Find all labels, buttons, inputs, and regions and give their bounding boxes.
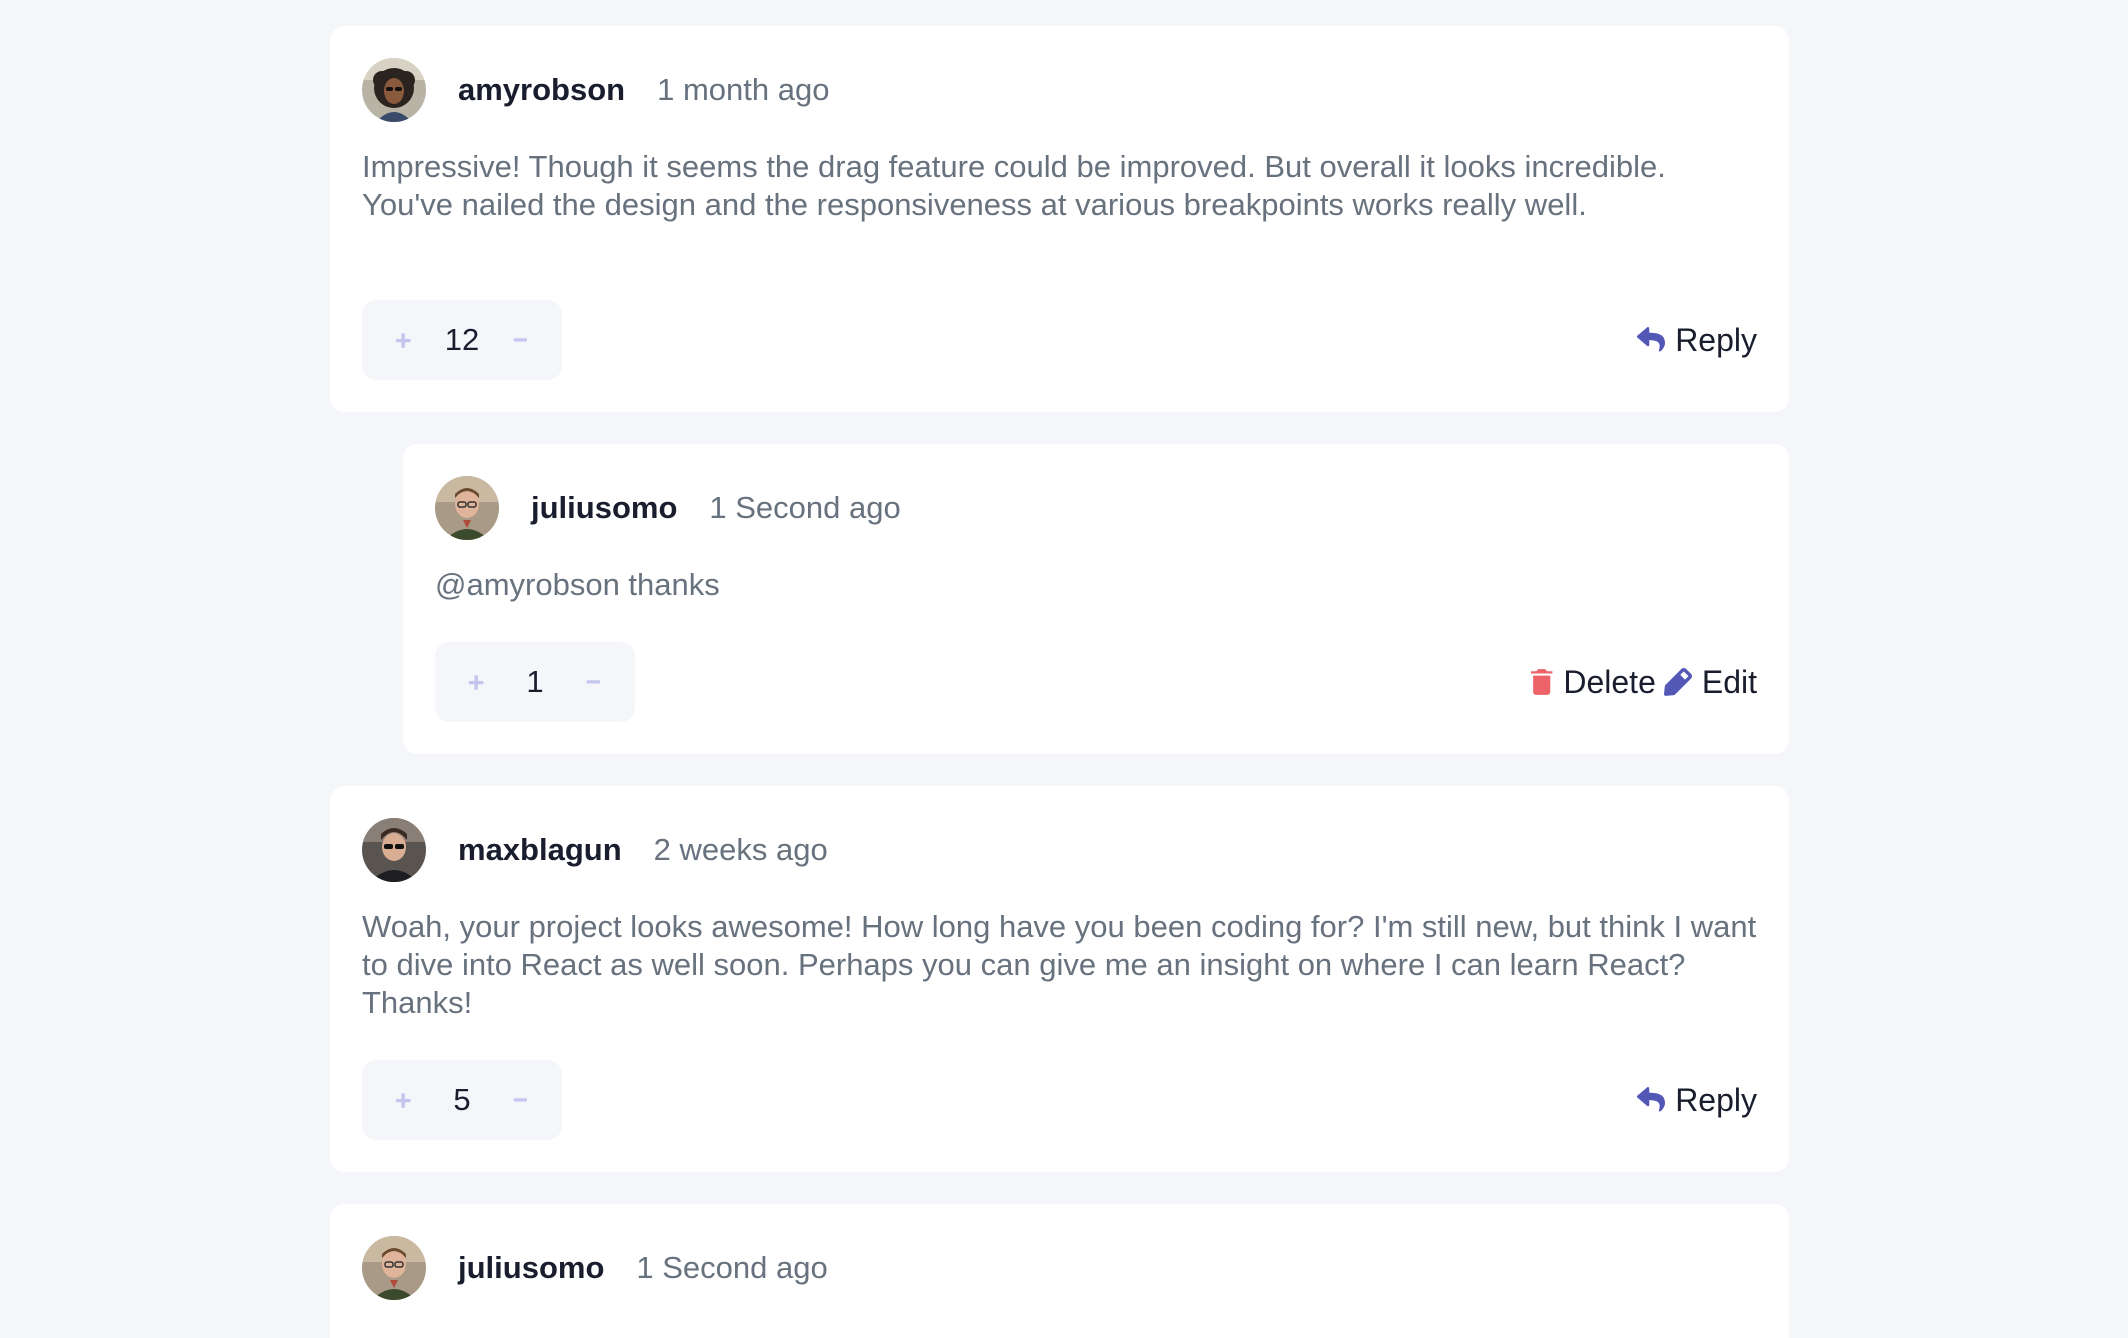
username: amyrobson [458, 72, 626, 107]
avatar[interactable] [362, 818, 426, 882]
reply-label: Reply [1675, 321, 1757, 358]
edit-label: Edit [1701, 663, 1757, 700]
reply-button[interactable]: Reply [1637, 1082, 1757, 1119]
username: maxblagun [458, 832, 622, 867]
delete-button[interactable]: Delete [1531, 664, 1656, 701]
comment-header: amyrobson 1 month ago [362, 58, 829, 122]
comment-time: 1 month ago [657, 72, 830, 107]
vote-count: 12 [444, 322, 480, 357]
edit-button[interactable]: Edit [1663, 663, 1757, 701]
upvote-plus-icon[interactable] [388, 325, 418, 355]
comment-time: 1 Second ago [709, 490, 901, 525]
comment-time: 2 weeks ago [653, 832, 828, 867]
comment-text: @amyrobson thanks [435, 567, 720, 602]
reply-icon [1637, 1087, 1666, 1113]
vote-count: 1 [526, 664, 544, 699]
comments-page: amyrobson 1 month ago Impressive! Though… [0, 0, 2128, 1338]
vote-counter: 1 [435, 642, 635, 722]
downvote-minus-icon[interactable] [579, 667, 609, 697]
upvote-plus-icon[interactable] [461, 667, 491, 697]
comment-header: juliusomo 1 Second ago [362, 1236, 828, 1300]
comment-actions: Delete Edit [1531, 642, 1757, 722]
comment-card: juliusomo 1 Second ago [330, 1204, 1789, 1338]
pencil-icon [1663, 668, 1692, 696]
downvote-minus-icon[interactable] [506, 325, 536, 355]
comment-time: 1 Second ago [636, 1250, 828, 1285]
reply-comment-card: juliusomo 1 Second ago @amyrobson thanks… [403, 444, 1789, 754]
downvote-minus-icon[interactable] [506, 1085, 536, 1115]
reply-label: Reply [1675, 1081, 1757, 1118]
comment-actions: Reply [1637, 1060, 1757, 1140]
avatar[interactable] [435, 476, 499, 540]
username: juliusomo [458, 1250, 605, 1285]
comment-card: amyrobson 1 month ago Impressive! Though… [330, 26, 1789, 412]
username: juliusomo [531, 490, 678, 525]
comment-header: juliusomo 1 Second ago [435, 476, 901, 540]
delete-label: Delete [1563, 663, 1656, 700]
reply-icon [1637, 327, 1666, 353]
reply-button[interactable]: Reply [1637, 322, 1757, 359]
vote-counter: 5 [362, 1060, 562, 1140]
vote-counter: 12 [362, 300, 562, 380]
trash-icon [1531, 668, 1553, 696]
avatar[interactable] [362, 1236, 426, 1300]
vote-count: 5 [453, 1082, 471, 1117]
comment-card: maxblagun 2 weeks ago Woah, your project… [330, 786, 1789, 1172]
comment-text: Impressive! Though it seems the drag fea… [362, 149, 1666, 222]
upvote-plus-icon[interactable] [388, 1085, 418, 1115]
avatar[interactable] [362, 58, 426, 122]
comment-header: maxblagun 2 weeks ago [362, 818, 828, 882]
comment-text: Woah, your project looks awesome! How lo… [362, 909, 1757, 1020]
comment-actions: Reply [1637, 300, 1757, 380]
